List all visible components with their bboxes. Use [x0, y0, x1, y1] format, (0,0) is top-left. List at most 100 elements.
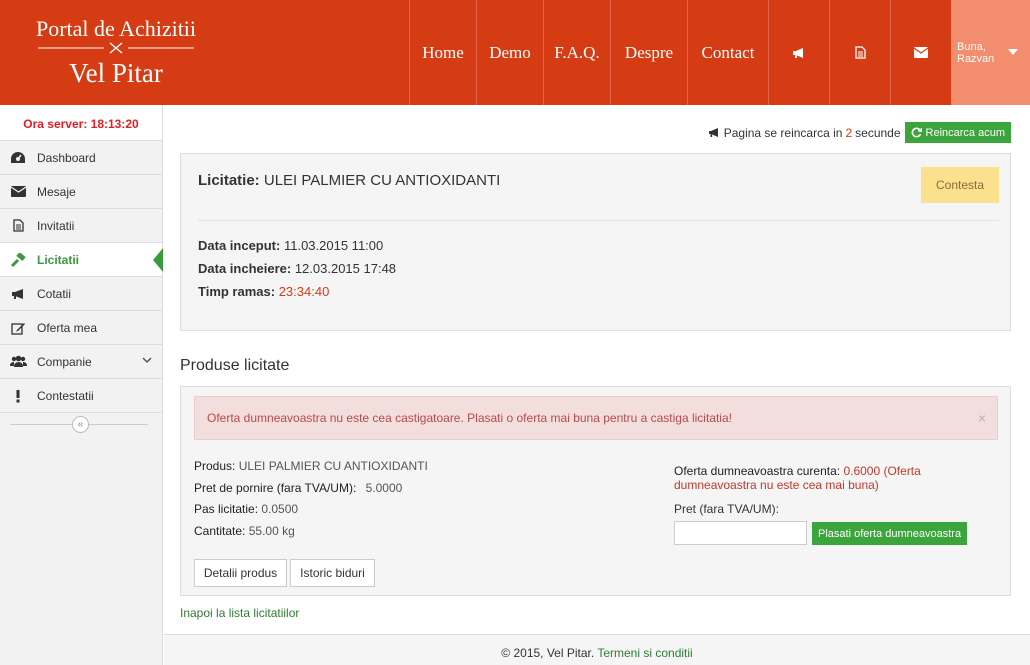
price-input[interactable] [674, 521, 807, 545]
start-date-value: 11.03.2015 11:00 [283, 238, 384, 253]
active-pointer-icon [153, 248, 163, 272]
sidebar: Ora server: 18:13:20 Dashboard Mesaje In… [0, 105, 163, 665]
reload-countdown: 2 [845, 125, 853, 140]
envelope-icon [914, 47, 928, 58]
sidebar-item-label: Invitatii [37, 218, 75, 233]
auction-title-value: ULEI PALMIER CU ANTIOXIDANTI [263, 172, 501, 189]
sidebar-item-label: Contestatii [37, 388, 94, 403]
file-icon [9, 218, 27, 234]
nav-messages-button[interactable] [890, 0, 951, 105]
bullhorn-icon [9, 286, 27, 302]
products-panel: Oferta dumneavoastra nu este cea castiga… [180, 386, 1011, 596]
chevron-down-icon [142, 357, 152, 364]
bullhorn-icon [708, 128, 718, 137]
sidebar-item-cotatii[interactable]: Cotatii [0, 277, 162, 311]
time-remaining: Timp ramas: 23:34:40 [198, 284, 329, 299]
nav-faq[interactable]: F.A.Q. [543, 0, 610, 105]
sidebar-item-mesaje[interactable]: Mesaje [0, 175, 162, 209]
start-date: Data inceput: 11.03.2015 11:00 [198, 238, 383, 253]
sidebar-item-invitatii[interactable]: Invitatii [0, 209, 162, 243]
nav-documents-button[interactable] [829, 0, 890, 105]
sidebar-item-licitatii[interactable]: Licitatii [0, 243, 163, 277]
exclamation-icon [9, 388, 27, 404]
time-remaining-label: Timp ramas: [198, 284, 276, 299]
footer-copyright: © 2015, Vel Pitar. [501, 646, 595, 660]
product-name-value: ULEI PALMIER CU ANTIOXIDANTI [238, 459, 428, 473]
products-section-title: Produse licitate [180, 357, 290, 374]
sidebar-item-label: Companie [37, 354, 92, 369]
gavel-icon [9, 252, 27, 268]
current-offer-label: Oferta dumneavoastra curenta: [674, 464, 841, 478]
divider [198, 220, 999, 221]
bid-history-button[interactable]: Istoric biduri [290, 559, 375, 587]
contest-button[interactable]: Contesta [921, 167, 999, 203]
brand-logo[interactable]: Portal de Achizitii Vel Pitar [0, 0, 232, 105]
end-date: Data incheiere: 12.03.2015 17:48 [198, 261, 396, 276]
start-date-label: Data inceput: [198, 238, 281, 253]
reload-prefix: Pagina se reincarca in [723, 125, 843, 140]
place-offer-button[interactable]: Plasati oferta dumneavoastra [812, 522, 968, 545]
time-remaining-value: 23:34:40 [278, 284, 330, 299]
server-time: Ora server: 18:13:20 [0, 105, 162, 141]
sidebar-item-dashboard[interactable]: Dashboard [0, 141, 162, 175]
sidebar-item-label: Mesaje [37, 184, 76, 199]
offer-block: Oferta dumneavoastra curenta: 0.6000 (Of… [674, 464, 974, 545]
reload-suffix: secunde [855, 125, 901, 140]
start-price-value: 5.0000 [365, 481, 403, 495]
nav-demo[interactable]: Demo [476, 0, 543, 105]
auction-title: Licitatie: ULEI PALMIER CU ANTIOXIDANTI [198, 172, 500, 189]
brand-line1: Portal de Achizitii [35, 16, 197, 41]
reload-bar: Pagina se reincarca in 2 secunde Reincar… [708, 122, 1011, 143]
sidebar-collapse-row: « [0, 413, 162, 435]
bid-step-label: Pas licitatie: [194, 502, 259, 516]
bid-step: Pas licitatie: 0.0500 [194, 502, 298, 516]
user-greeting: Buna, [957, 40, 986, 53]
auction-panel: Licitatie: ULEI PALMIER CU ANTIOXIDANTI … [180, 153, 1011, 331]
quantity: Cantitate: 55.00 kg [194, 524, 295, 538]
price-field-label: Pret (fara TVA/UM): [674, 502, 779, 516]
sidebar-collapse-button[interactable]: « [72, 416, 89, 433]
product-details-button[interactable]: Detalii produs [194, 559, 287, 587]
sidebar-item-label: Cotatii [37, 286, 72, 301]
sidebar-item-oferta-mea[interactable]: Oferta mea [0, 311, 162, 345]
reload-now-button[interactable]: Reincarca acum [904, 122, 1011, 143]
dashboard-icon [9, 150, 27, 166]
product-name: Produs: ULEI PALMIER CU ANTIOXIDANTI [194, 459, 428, 473]
end-date-value: 12.03.2015 17:48 [294, 261, 397, 276]
current-offer: Oferta dumneavoastra curenta: 0.6000 (Of… [674, 464, 974, 492]
user-menu[interactable]: Buna, Razvan [951, 0, 1030, 105]
terms-link[interactable]: Termeni si conditii [597, 646, 692, 660]
user-name: Razvan [957, 52, 995, 65]
alert-text: Oferta dumneavoastra nu este cea castiga… [207, 411, 732, 425]
sidebar-item-companie[interactable]: Companie [0, 345, 162, 379]
close-icon[interactable]: × [978, 397, 986, 439]
bullhorn-icon [793, 47, 803, 58]
main-nav: Home Demo F.A.Q. Despre Contact Buna, Ra… [409, 0, 1030, 105]
bid-step-value: 0.0500 [261, 502, 299, 516]
reload-now-label: Reincarca acum [925, 126, 1005, 139]
nav-home[interactable]: Home [409, 0, 476, 105]
top-header: Portal de Achizitii Vel Pitar Home Demo … [0, 0, 1030, 105]
nav-announcements-button[interactable] [768, 0, 829, 105]
start-price: Pret de pornire (fara TVA/UM): 5.0000 [194, 481, 402, 495]
users-icon [9, 354, 27, 370]
caret-down-icon [1008, 49, 1018, 55]
product-name-label: Produs: [194, 459, 236, 473]
edit-icon [9, 320, 27, 336]
envelope-icon [9, 184, 27, 200]
sidebar-item-label: Licitatii [37, 252, 80, 267]
nav-despre[interactable]: Despre [610, 0, 687, 105]
start-price-label: Pret de pornire (fara TVA/UM): [194, 481, 357, 495]
brand-line2: Vel Pitar [69, 58, 163, 88]
quantity-label: Cantitate: [194, 524, 246, 538]
sidebar-item-contestatii[interactable]: Contestatii [0, 379, 162, 413]
refresh-icon [911, 127, 922, 138]
nav-contact[interactable]: Contact [687, 0, 768, 105]
auction-title-label: Licitatie: [198, 172, 260, 189]
end-date-label: Data incheiere: [198, 261, 292, 276]
sidebar-item-label: Oferta mea [37, 320, 98, 335]
logo-ornament-icon [38, 42, 194, 54]
main-content: Pagina se reincarca in 2 secunde Reincar… [164, 105, 1030, 665]
footer: © 2015, Vel Pitar. Termeni si conditii [164, 634, 1030, 665]
back-to-auctions-link[interactable]: Inapoi la lista licitatiilor [180, 606, 299, 620]
